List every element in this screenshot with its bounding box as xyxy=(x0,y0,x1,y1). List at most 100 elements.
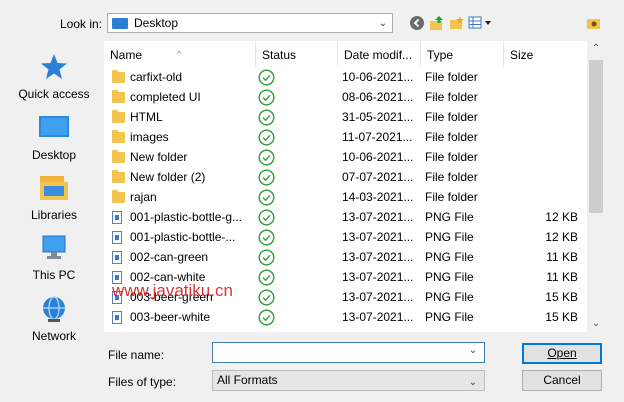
open-button[interactable]: Open xyxy=(522,343,602,364)
type-cell: File folder xyxy=(425,130,478,144)
new-folder-button[interactable] xyxy=(449,15,465,31)
date-cell: 11-07-2021... xyxy=(342,130,413,144)
scroll-down-icon[interactable]: ⌄ xyxy=(587,316,605,332)
table-row[interactable]: 001-plastic-bottle-g... 13-07-2021... PNG … xyxy=(104,207,588,227)
file-name-label: File name: xyxy=(108,348,165,362)
size-cell xyxy=(508,167,578,187)
file-type-select[interactable]: All Formats ⌄ xyxy=(212,370,485,391)
type-cell: PNG File xyxy=(425,290,474,304)
size-cell xyxy=(508,67,578,87)
type-cell: File folder xyxy=(425,90,478,104)
column-size-label: Size xyxy=(510,48,534,62)
status-cell xyxy=(258,207,278,227)
look-in-value: Desktop xyxy=(134,16,179,30)
place-this-pc[interactable]: This PC xyxy=(10,232,98,282)
cancel-button[interactable]: Cancel xyxy=(522,370,602,391)
status-cell xyxy=(258,307,278,327)
open-button-label: Open xyxy=(547,346,577,360)
file-name-cell: carfixt-old xyxy=(130,70,183,84)
chevron-down-icon: ⌄ xyxy=(468,377,478,388)
date-cell: 13-07-2021... xyxy=(342,250,414,264)
type-cell: File folder xyxy=(425,170,478,184)
libraries-icon xyxy=(38,172,70,204)
scroll-thumb[interactable] xyxy=(589,60,603,213)
column-header-status[interactable]: Status xyxy=(256,41,338,67)
column-type-label: Type xyxy=(427,48,454,62)
sync-ok-icon xyxy=(258,88,275,106)
column-date-label: Date modif... xyxy=(344,48,413,62)
type-cell: File folder xyxy=(425,70,478,84)
status-cell xyxy=(258,167,278,187)
places-bar: Quick access Desktop Libraries This PC N… xyxy=(10,45,98,345)
table-row[interactable]: 003-beer-white 13-07-2021... PNG File 15 KB xyxy=(104,307,588,327)
status-cell xyxy=(258,287,278,307)
list-header: Name ^ Status Date modif... Type Size xyxy=(104,41,588,67)
new-folder-icon xyxy=(450,16,464,29)
file-name-cell: New folder (2) xyxy=(130,170,206,184)
watermark-text: www.javatiku.cn xyxy=(112,281,233,300)
date-cell: 10-06-2021... xyxy=(342,70,414,84)
place-quick-access[interactable]: Quick access xyxy=(10,51,98,101)
folder-icon xyxy=(112,149,125,163)
sync-ok-icon xyxy=(258,228,275,246)
size-cell xyxy=(508,87,578,107)
status-cell xyxy=(258,87,278,107)
row-icon xyxy=(112,107,126,127)
file-name-cell: New folder xyxy=(130,150,188,164)
folder-icon xyxy=(112,169,125,183)
row-icon xyxy=(112,167,126,187)
folder-icon xyxy=(112,109,125,123)
table-row[interactable]: rajan 14-03-2021... File folder xyxy=(104,187,588,207)
png-file-icon xyxy=(112,250,122,264)
table-row[interactable]: 002-can-green 13-07-2021... PNG File 11 KB xyxy=(104,247,588,267)
row-icon xyxy=(112,127,126,147)
folder-action-button[interactable] xyxy=(586,15,602,31)
file-name-cell: images xyxy=(130,130,169,144)
table-row[interactable]: New folder 10-06-2021... File folder xyxy=(104,147,588,167)
file-name-input[interactable] xyxy=(213,343,467,362)
table-row[interactable]: New folder (2) 07-07-2021... File folder xyxy=(104,167,588,187)
png-file-icon xyxy=(112,210,122,224)
column-header-name[interactable]: Name ^ xyxy=(104,41,256,67)
column-status-label: Status xyxy=(262,48,297,62)
table-row[interactable]: completed UI 08-06-2021... File folder xyxy=(104,87,588,107)
type-cell: PNG File xyxy=(425,210,474,224)
type-cell: PNG File xyxy=(425,250,474,264)
sync-ok-icon xyxy=(258,188,275,206)
scroll-up-icon[interactable]: ⌃ xyxy=(587,41,605,57)
date-cell: 14-03-2021... xyxy=(342,190,414,204)
look-in-dropdown[interactable]: Desktop ⌄ xyxy=(107,13,393,33)
file-name-combo[interactable]: ⌄ xyxy=(212,342,485,363)
table-row[interactable]: HTML 31-05-2021... File folder xyxy=(104,107,588,127)
place-desktop[interactable]: Desktop xyxy=(10,112,98,162)
status-cell xyxy=(258,247,278,267)
date-cell: 07-07-2021... xyxy=(342,170,414,184)
table-row[interactable]: carfixt-old 10-06-2021... File folder xyxy=(104,67,588,87)
place-network[interactable]: Network xyxy=(10,293,98,343)
chevron-down-icon[interactable]: ⌄ xyxy=(464,345,482,356)
view-menu-icon xyxy=(468,16,491,29)
table-row[interactable]: images 11-07-2021... File folder xyxy=(104,127,588,147)
chevron-down-icon: ⌄ xyxy=(378,17,388,29)
view-menu-button[interactable] xyxy=(468,15,494,31)
table-row[interactable]: 001-plastic-bottle-... 13-07-2021... PNG F… xyxy=(104,227,588,247)
status-cell xyxy=(258,107,278,127)
date-cell: 13-07-2021... xyxy=(342,310,414,324)
place-libraries[interactable]: Libraries xyxy=(10,172,98,222)
row-icon xyxy=(112,227,126,247)
file-name-cell: 001-plastic-bottle-... xyxy=(130,230,236,244)
vertical-scrollbar[interactable]: ⌃ ⌄ xyxy=(587,41,605,332)
column-header-size[interactable]: Size xyxy=(504,41,588,67)
size-cell xyxy=(508,107,578,127)
sync-ok-icon xyxy=(258,128,275,146)
up-folder-button[interactable] xyxy=(429,15,445,31)
file-name-cell: 002-can-green xyxy=(130,250,209,264)
sync-ok-icon xyxy=(258,248,275,266)
status-cell xyxy=(258,147,278,167)
place-label: Desktop xyxy=(31,148,77,162)
column-header-type[interactable]: Type xyxy=(421,41,504,67)
type-cell: File folder xyxy=(425,110,478,124)
column-header-date[interactable]: Date modif... xyxy=(338,41,421,67)
back-button[interactable] xyxy=(409,15,425,31)
sync-ok-icon xyxy=(258,68,275,86)
